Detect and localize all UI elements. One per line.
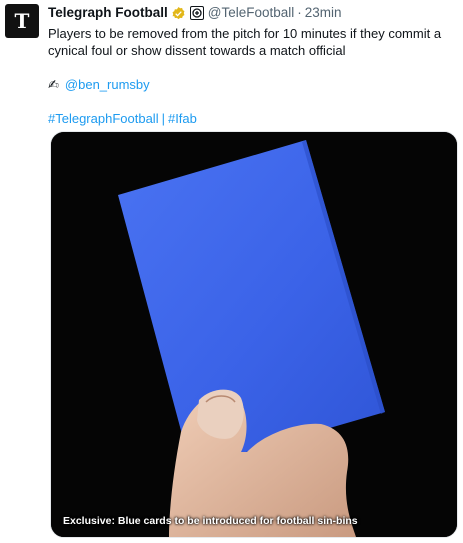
svg-text:T: T <box>15 9 30 33</box>
tweet-byline: ✍ @ben_rumsby <box>48 76 456 93</box>
header-separator: · <box>297 5 302 20</box>
writing-hand-icon: ✍ <box>48 77 59 92</box>
blue-card-photo <box>51 132 457 537</box>
hashtag-ifab[interactable]: #Ifab <box>168 111 197 126</box>
affiliate-logo-icon[interactable] <box>189 6 204 20</box>
media-caption: Exclusive: Blue cards to be introduced f… <box>63 515 358 527</box>
telegraph-logo-icon: T <box>15 9 30 33</box>
byline-mention-link[interactable]: @ben_rumsby <box>65 76 150 93</box>
author-name[interactable]: Telegraph Football <box>48 4 168 22</box>
tweet-text: Players to be removed from the pitch for… <box>48 26 442 58</box>
verified-badge-icon[interactable] <box>171 6 186 21</box>
hashtag-telegraphfootball[interactable]: #TelegraphFootball <box>48 111 159 126</box>
tweet-hashtags: #TelegraphFootball | #Ifab <box>48 110 456 127</box>
tweet-header: Telegraph Football @TeleFootball · 23min <box>48 4 456 22</box>
tweet-timestamp[interactable]: 23min <box>305 4 342 22</box>
author-avatar[interactable]: T <box>5 4 39 38</box>
hashtag-divider: | <box>161 111 165 126</box>
author-handle[interactable]: @TeleFootball <box>208 4 295 22</box>
tweet-content: Telegraph Football @TeleFootball · 23min… <box>48 4 456 127</box>
tweet-media-image[interactable]: Exclusive: Blue cards to be introduced f… <box>50 131 458 538</box>
